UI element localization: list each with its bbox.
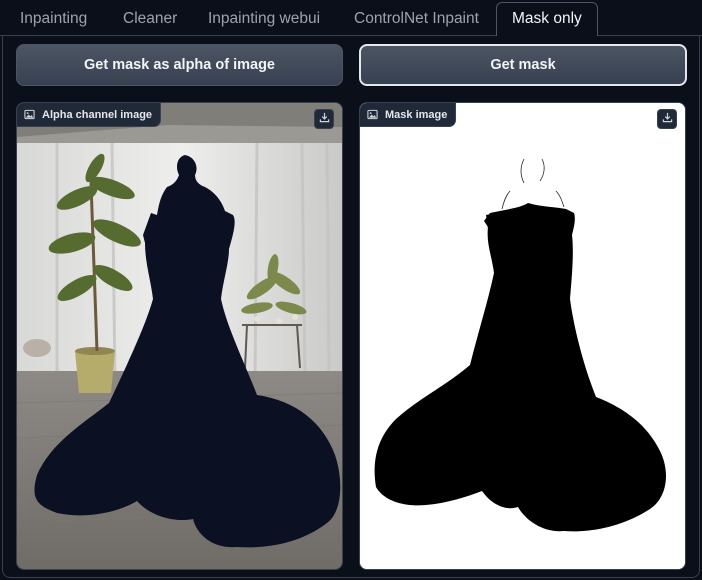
tab-cleaner[interactable]: Cleaner (123, 6, 177, 36)
app-root: Inpainting Cleaner Inpainting webui Cont… (0, 0, 702, 580)
alpha-channel-image-panel: Alpha channel image (16, 102, 343, 570)
tab-controlnet-inpaint[interactable]: ControlNet Inpaint (354, 6, 479, 36)
tab-inpainting[interactable]: Inpainting (20, 6, 87, 36)
alpha-download-button[interactable] (314, 109, 334, 129)
download-icon (662, 110, 673, 128)
mask-download-button[interactable] (657, 109, 677, 129)
mask-image-label-text: Mask image (385, 108, 448, 121)
tab-bar: Inpainting Cleaner Inpainting webui Cont… (0, 0, 702, 36)
tab-inpainting-webui[interactable]: Inpainting webui (208, 6, 320, 36)
get-mask-as-alpha-button[interactable]: Get mask as alpha of image (16, 44, 343, 86)
image-icon (24, 109, 35, 120)
mask-image-panel: Mask image (359, 102, 686, 570)
image-icon (367, 109, 378, 120)
mask-image (360, 103, 685, 569)
alpha-channel-image (17, 103, 342, 569)
get-mask-button[interactable]: Get mask (359, 44, 687, 86)
alpha-channel-image-label-text: Alpha channel image (42, 108, 153, 121)
mask-image-label: Mask image (360, 103, 457, 127)
alpha-channel-image-label: Alpha channel image (17, 103, 162, 127)
download-icon (319, 110, 330, 128)
tab-mask-only[interactable]: Mask only (496, 2, 598, 36)
